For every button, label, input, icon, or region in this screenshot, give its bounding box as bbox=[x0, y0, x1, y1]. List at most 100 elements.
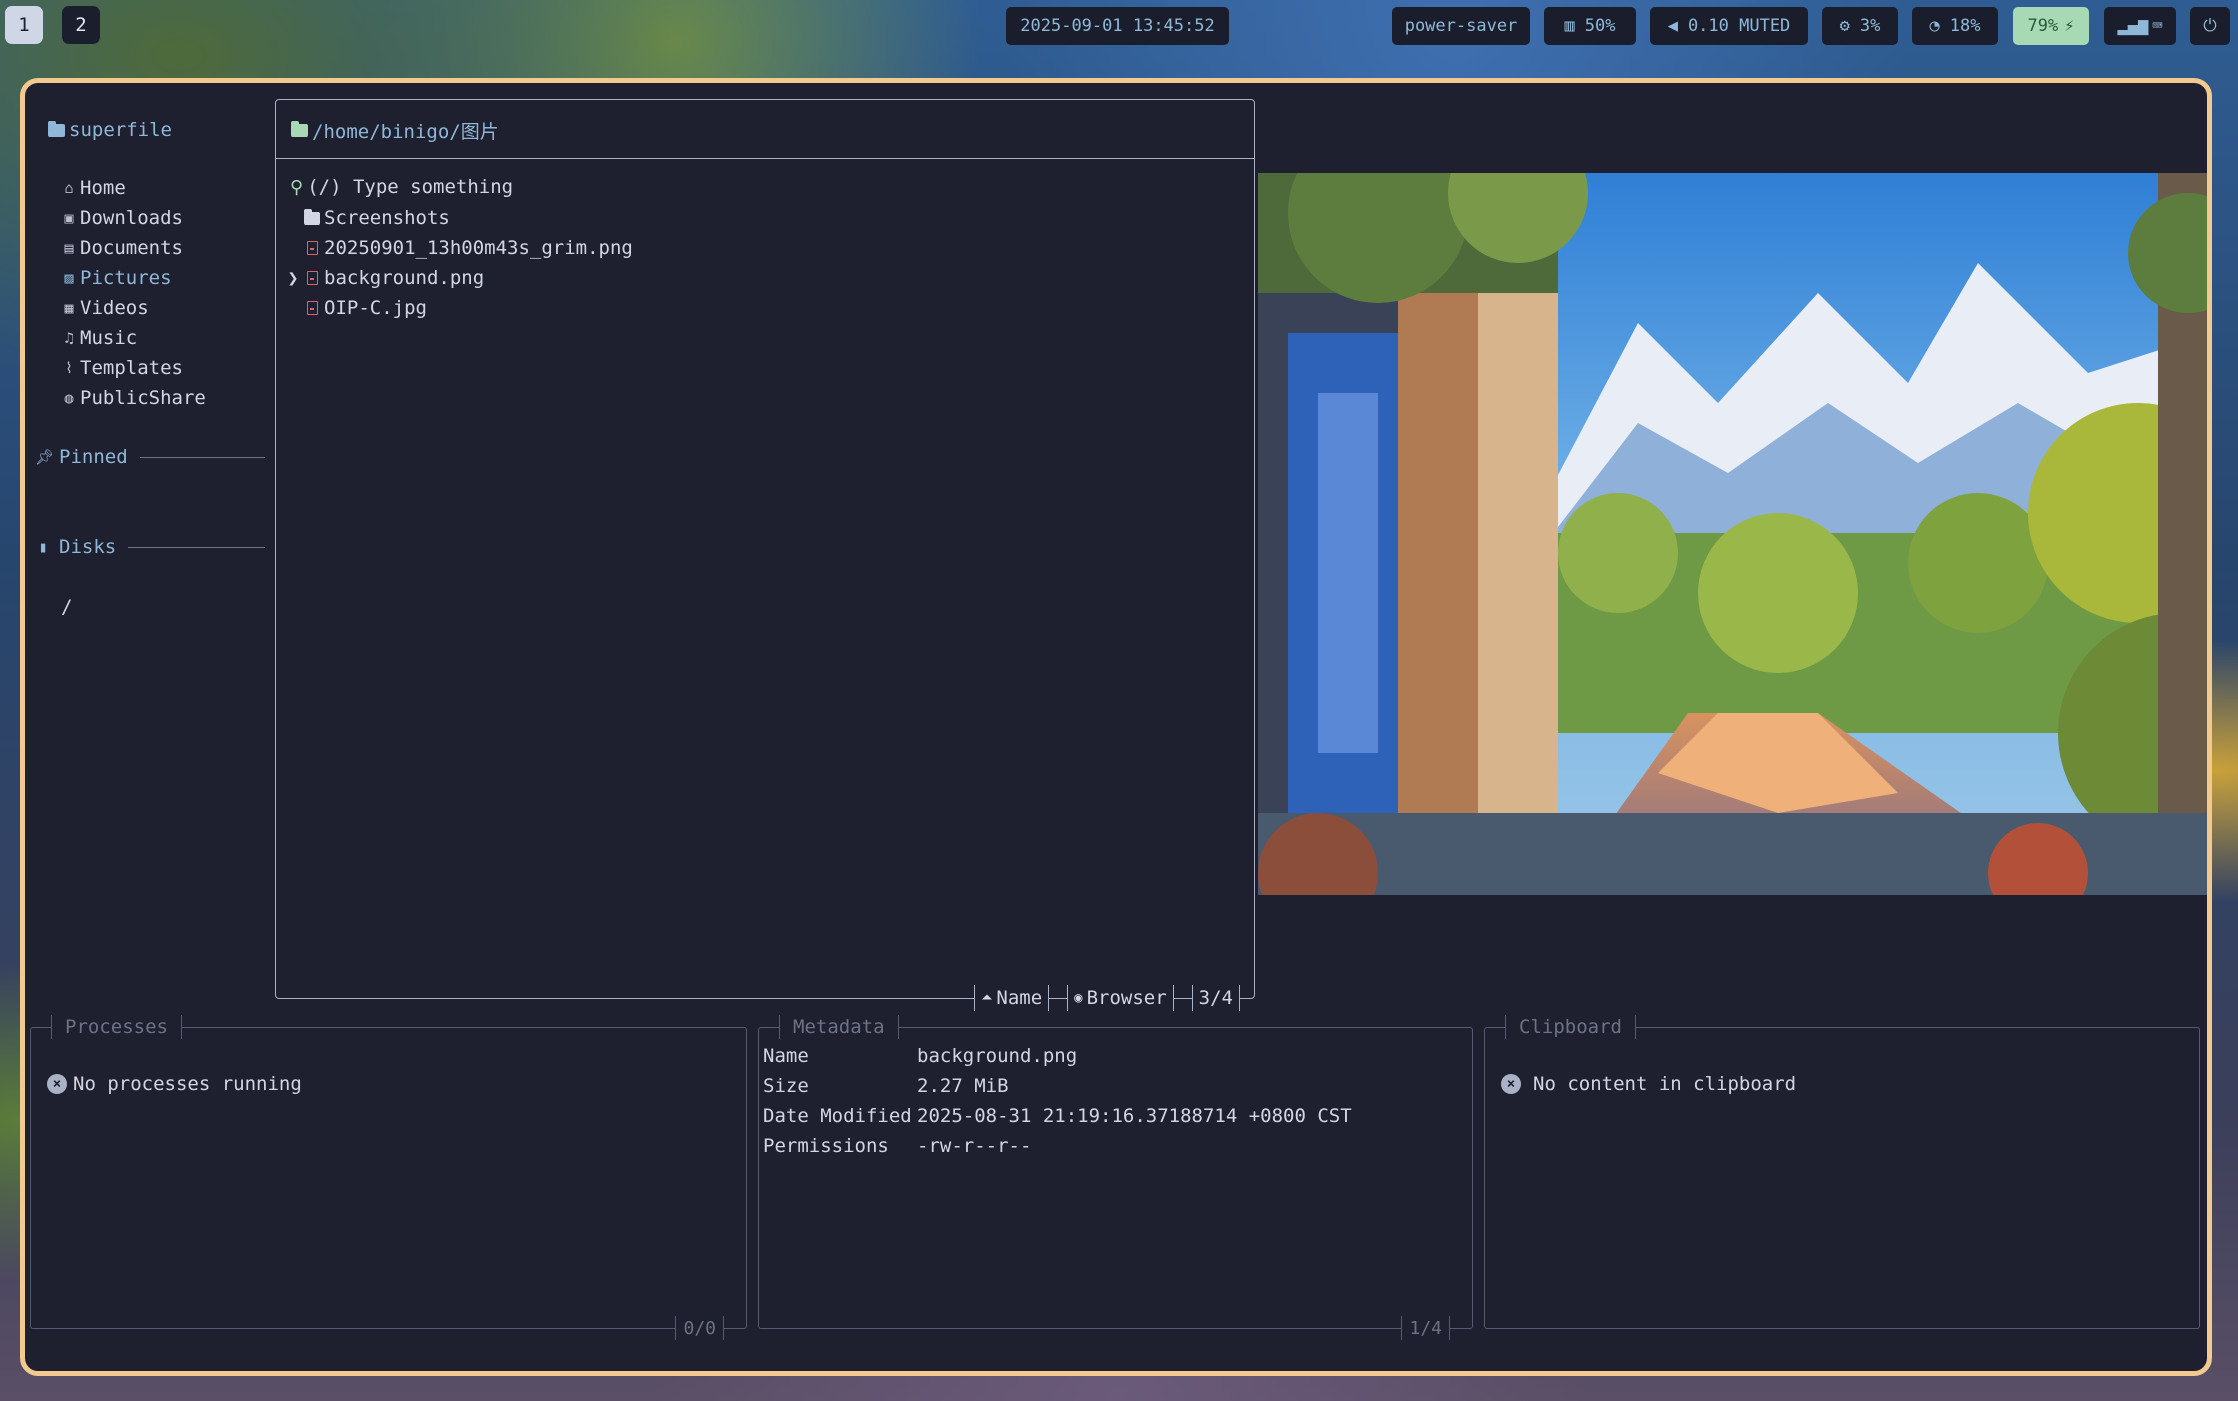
tray-widget[interactable]: ▂▄▆ ⌨ bbox=[2104, 7, 2176, 45]
disks-section-header: ▮ Disks bbox=[35, 536, 265, 558]
close-circle-icon: × bbox=[47, 1074, 67, 1094]
cpu-text: 3% bbox=[1859, 16, 1881, 36]
divider bbox=[128, 546, 265, 548]
position-indicator: 3/4 bbox=[1193, 987, 1239, 1009]
disk-widget[interactable]: ◔ 18% bbox=[1912, 7, 1998, 45]
file-icon bbox=[306, 271, 318, 285]
divider bbox=[139, 456, 265, 458]
metadata-value: background.png bbox=[917, 1045, 1078, 1067]
disk-text: 18% bbox=[1949, 16, 1981, 36]
file-icon bbox=[306, 241, 318, 255]
signal-icon: ▂▄▆ bbox=[2117, 16, 2149, 36]
download-icon: ▣ bbox=[64, 209, 74, 227]
sidebar-item-label: Music bbox=[80, 327, 138, 349]
memory-widget[interactable]: ▥ 50% bbox=[1544, 7, 1636, 45]
clock-widget[interactable]: 2025-09-01 13:45:52 bbox=[1006, 7, 1229, 45]
clipboard-panel[interactable]: Clipboard × No content in clipboard bbox=[1484, 1013, 2200, 1329]
video-icon: ▦ bbox=[64, 299, 74, 317]
picture-icon: ▨ bbox=[64, 269, 74, 287]
cpu-widget[interactable]: ⚙ 3% bbox=[1822, 7, 1898, 45]
eye-icon: ◉ bbox=[1074, 990, 1083, 1006]
cpu-icon: ⚙ bbox=[1839, 16, 1850, 36]
folder-icon bbox=[48, 120, 65, 137]
file-panel-status: ⏶ Name ◉ Browser 3/4 bbox=[974, 985, 1240, 1011]
sidebar-item-pictures[interactable]: ▨ Pictures bbox=[60, 266, 171, 290]
search-icon: ⚲ bbox=[290, 176, 304, 198]
pin-icon: 📌︎ bbox=[35, 448, 55, 466]
image-preview bbox=[1258, 173, 2207, 895]
current-path: /home/binigo/图片 bbox=[291, 117, 499, 144]
clock-text: 2025-09-01 13:45:52 bbox=[1020, 16, 1215, 36]
processes-empty-message: × No processes running bbox=[47, 1073, 302, 1095]
search-placeholder: (/) Type something bbox=[307, 176, 514, 198]
battery-widget[interactable]: 79% ⚡ bbox=[2013, 7, 2089, 45]
battery-text: 79% bbox=[2027, 16, 2059, 36]
clipboard-empty-message: × No content in clipboard bbox=[1501, 1073, 1796, 1095]
disk-icon: ▮ bbox=[38, 538, 48, 556]
metadata-row: Size 2.27 MiB bbox=[763, 1075, 1009, 1097]
metadata-panel[interactable]: Metadata Name background.png Size 2.27 M… bbox=[758, 1013, 1473, 1341]
sidebar-item-documents[interactable]: ▤ Documents bbox=[60, 236, 182, 260]
sidebar-item-downloads[interactable]: ▣ Downloads bbox=[60, 206, 183, 230]
sort-up-icon: ⏶ bbox=[981, 990, 993, 1006]
file-name: OIP-C.jpg bbox=[324, 297, 427, 319]
metadata-value: -rw-r--r-- bbox=[917, 1135, 1032, 1157]
sidebar-item-label: PublicShare bbox=[80, 387, 206, 409]
preview-image bbox=[1258, 173, 2207, 895]
pinned-label: Pinned bbox=[59, 446, 128, 468]
mode-indicator[interactable]: ◉ Browser bbox=[1068, 987, 1173, 1009]
sidebar-item-music[interactable]: ♫ Music bbox=[60, 326, 137, 350]
metadata-key: Permissions bbox=[763, 1135, 889, 1157]
workspace-1-button[interactable]: 1 bbox=[5, 6, 43, 44]
empty-text: No content in clipboard bbox=[1533, 1073, 1797, 1095]
sidebar-item-videos[interactable]: ▦ Videos bbox=[60, 296, 148, 320]
metadata-row: Name background.png bbox=[763, 1045, 1077, 1067]
app-name: superfile bbox=[69, 119, 172, 141]
disk-item-root[interactable]: / bbox=[61, 596, 72, 618]
position-label: 3/4 bbox=[1198, 987, 1233, 1009]
memory-text: 50% bbox=[1584, 16, 1616, 36]
disk-label: / bbox=[61, 596, 73, 618]
metadata-key: Name bbox=[763, 1045, 809, 1067]
search-input[interactable]: ⚲ (/) Type something bbox=[290, 176, 513, 198]
folder-icon bbox=[291, 121, 308, 137]
file-row-grim-png[interactable]: 20250901_13h00m43s_grim.png bbox=[286, 236, 633, 260]
volume-widget[interactable]: ◀ 0.10 MUTED bbox=[1650, 7, 1808, 45]
charging-icon: ⚡ bbox=[2064, 16, 2075, 36]
file-panel[interactable]: /home/binigo/图片 ⚲ (/) Type something Scr… bbox=[275, 99, 1255, 1011]
file-name: background.png bbox=[324, 267, 485, 289]
empty-text: No processes running bbox=[73, 1073, 302, 1095]
metadata-count: 1/4 bbox=[1401, 1315, 1450, 1341]
power-profile-text: power-saver bbox=[1404, 16, 1518, 36]
sidebar-item-publicshare[interactable]: ◍ PublicShare bbox=[60, 386, 206, 410]
file-icon bbox=[306, 301, 318, 315]
file-row-background-png[interactable]: ❯ background.png bbox=[286, 266, 485, 290]
power-button[interactable]: ⏻ bbox=[2190, 7, 2230, 45]
file-row-oip-jpg[interactable]: OIP-C.jpg bbox=[286, 296, 427, 320]
speaker-icon: ◀ bbox=[1667, 16, 1678, 36]
workspace-2-button[interactable]: 2 bbox=[62, 6, 100, 44]
file-name: Screenshots bbox=[324, 207, 450, 229]
metadata-value: 2025-08-31 21:19:16.37188714 +0800 CST bbox=[917, 1105, 1352, 1127]
processes-title: Processes bbox=[51, 1013, 182, 1041]
metadata-value: 2.27 MiB bbox=[917, 1075, 1009, 1097]
mode-label: Browser bbox=[1086, 987, 1167, 1009]
gauge-icon: ◔ bbox=[1929, 16, 1940, 36]
file-row-screenshots[interactable]: Screenshots bbox=[286, 206, 450, 230]
sidebar-item-templates[interactable]: ⌇ Templates bbox=[60, 356, 183, 380]
path-text: /home/binigo/图片 bbox=[312, 121, 499, 143]
sidebar-item-home[interactable]: ⌂ Home bbox=[60, 176, 125, 200]
metadata-row: Date Modified 2025-08-31 21:19:16.371887… bbox=[763, 1105, 1352, 1127]
file-name: 20250901_13h00m43s_grim.png bbox=[324, 237, 633, 259]
power-profile-widget[interactable]: power-saver bbox=[1392, 7, 1530, 45]
document-icon: ▤ bbox=[64, 239, 74, 257]
sidebar-item-label: Downloads bbox=[80, 207, 183, 229]
sort-indicator[interactable]: ⏶ Name bbox=[975, 987, 1048, 1009]
selection-cursor-icon: ❯ bbox=[287, 267, 299, 289]
power-icon: ⏻ bbox=[2203, 16, 2217, 36]
home-icon: ⌂ bbox=[64, 179, 74, 197]
volume-text: 0.10 MUTED bbox=[1687, 16, 1791, 36]
processes-panel[interactable]: Processes × No processes running 0/0 bbox=[30, 1013, 747, 1341]
sidebar-title: superfile bbox=[48, 119, 172, 141]
folder-icon bbox=[304, 208, 320, 225]
